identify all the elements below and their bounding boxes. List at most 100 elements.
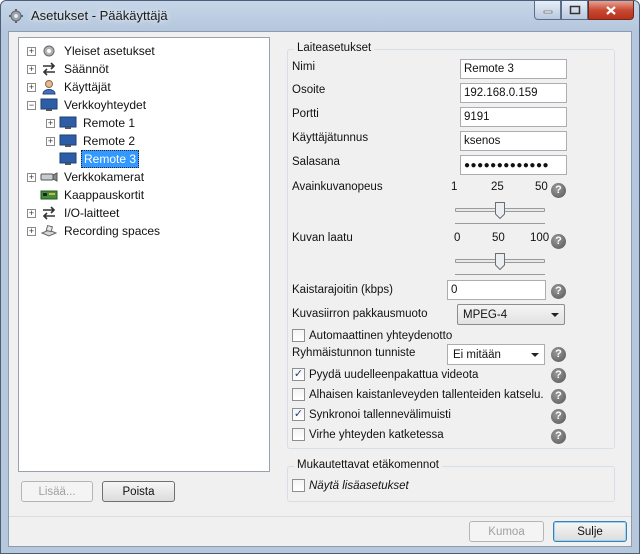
compression-label: Kuvasiirron pakkausmuoto bbox=[292, 308, 428, 320]
tree-item-label: I/O-laitteet bbox=[64, 206, 120, 220]
address-field[interactable]: 192.168.0.159 bbox=[460, 83, 567, 103]
title-bar[interactable]: Asetukset - Pääkäyttäjä bbox=[1, 1, 639, 31]
keyframe-slider-thumb[interactable] bbox=[495, 202, 505, 219]
swap-arrows-icon bbox=[40, 61, 58, 77]
low-bandwidth-help-icon[interactable]: ? bbox=[551, 389, 566, 404]
tree-item-io-devices[interactable]: + I/O-laitteet bbox=[19, 204, 269, 222]
keyframe-tick-max: 50 bbox=[535, 181, 548, 193]
capture-card-icon bbox=[40, 187, 58, 203]
repack-video-checkbox[interactable]: ✓ Pyydä uudelleenpakattua videota bbox=[292, 368, 478, 381]
expand-icon[interactable]: + bbox=[27, 64, 36, 74]
close-button[interactable]: Sulje bbox=[553, 521, 627, 542]
tree-item-recording-spaces[interactable]: + Recording spaces bbox=[19, 222, 269, 240]
bandwidth-help-icon[interactable]: ? bbox=[551, 284, 566, 299]
bandwidth-label: Kaistarajoitin (kbps) bbox=[292, 284, 393, 296]
quality-tick-max: 100 bbox=[530, 232, 550, 244]
undo-button[interactable]: Kumoa bbox=[469, 521, 544, 542]
tree-item-remote-1[interactable]: + Remote 1 bbox=[19, 114, 269, 132]
close-icon bbox=[606, 5, 616, 15]
chevron-down-icon bbox=[551, 313, 559, 317]
sync-cache-help-icon[interactable]: ? bbox=[551, 409, 566, 424]
settings-tree[interactable]: + Yleiset asetukset + Säännöt + Käyttäjä… bbox=[18, 37, 270, 472]
repack-help-icon[interactable]: ? bbox=[551, 368, 566, 383]
minimize-icon bbox=[543, 10, 552, 14]
tree-item-label: Säännöt bbox=[64, 62, 109, 76]
port-label: Portti bbox=[292, 108, 319, 120]
tree-item-remote-2[interactable]: + Remote 2 bbox=[19, 132, 269, 150]
swap-arrows-icon bbox=[40, 205, 58, 221]
keyframe-help-icon[interactable]: ? bbox=[551, 183, 566, 198]
checkbox-box-checked[interactable]: ✓ bbox=[292, 408, 305, 421]
username-label: Käyttäjätunnus bbox=[292, 132, 369, 144]
tree-item-remote-3[interactable]: Remote 3 bbox=[19, 150, 269, 168]
group-session-select[interactable]: Ei mitään bbox=[447, 344, 545, 365]
password-field[interactable]: ●●●●●●●●●●●●● bbox=[460, 155, 567, 175]
settings-window: Asetukset - Pääkäyttäjä + Yleiset asetuk… bbox=[0, 0, 640, 554]
port-field[interactable]: 9191 bbox=[460, 107, 567, 127]
disconnect-error-help-icon[interactable]: ? bbox=[551, 429, 566, 444]
group-session-label: Ryhmäistunnon tunniste bbox=[292, 347, 416, 359]
expand-icon[interactable]: + bbox=[46, 136, 55, 146]
tree-item-label: Käyttäjät bbox=[64, 80, 111, 94]
checkbox-box[interactable] bbox=[292, 479, 305, 492]
maximize-icon bbox=[569, 5, 580, 15]
keyframe-tick-min: 1 bbox=[451, 181, 458, 193]
tree-item-rules[interactable]: + Säännöt bbox=[19, 60, 269, 78]
collapse-icon[interactable]: − bbox=[27, 100, 36, 110]
monitor-icon bbox=[59, 151, 77, 167]
quality-slider-thumb[interactable] bbox=[495, 253, 505, 270]
quality-label: Kuvan laatu bbox=[292, 232, 353, 244]
disconnect-error-checkbox[interactable]: Virhe yhteyden katketessa bbox=[292, 428, 444, 441]
low-bandwidth-label: Alhaisen kaistanleveyden tallenteiden ka… bbox=[309, 388, 544, 401]
checkbox-box-checked[interactable]: ✓ bbox=[292, 368, 305, 381]
storage-icon bbox=[40, 223, 58, 239]
tree-item-label: Recording spaces bbox=[64, 224, 161, 238]
monitor-icon bbox=[40, 97, 58, 113]
bandwidth-field[interactable]: 0 bbox=[447, 280, 546, 300]
expand-icon[interactable]: + bbox=[46, 118, 55, 128]
add-button[interactable]: Lisää... bbox=[21, 481, 93, 502]
quality-tick-min: 0 bbox=[454, 232, 461, 244]
tree-item-label: Kaappauskortit bbox=[64, 188, 145, 202]
password-label: Salasana bbox=[292, 156, 340, 168]
quality-help-icon[interactable]: ? bbox=[551, 234, 566, 249]
checkbox-box[interactable] bbox=[292, 388, 305, 401]
group-session-selected-value: Ei mitään bbox=[453, 348, 501, 361]
close-window-button[interactable] bbox=[588, 1, 634, 20]
auto-connect-label: Automaattinen yhteydenotto bbox=[309, 329, 453, 342]
checkbox-box[interactable] bbox=[292, 329, 305, 342]
auto-connect-checkbox[interactable]: Automaattinen yhteydenotto bbox=[292, 329, 452, 342]
minimize-button[interactable] bbox=[534, 1, 561, 20]
name-field[interactable]: Remote 3 bbox=[460, 59, 567, 79]
tree-item-label: Remote 2 bbox=[83, 134, 136, 148]
quality-ticks-line bbox=[455, 274, 545, 275]
checkbox-box[interactable] bbox=[292, 428, 305, 441]
tree-item-network[interactable]: − Verkkoyhteydet bbox=[19, 96, 269, 114]
settings-panel: Laiteasetukset Nimi Remote 3 Osoite 192.… bbox=[279, 37, 625, 532]
monitor-icon bbox=[59, 115, 77, 131]
remove-button[interactable]: Poista bbox=[102, 481, 175, 502]
tree-item-general[interactable]: + Yleiset asetukset bbox=[19, 42, 269, 60]
dialog-client: + Yleiset asetukset + Säännöt + Käyttäjä… bbox=[8, 31, 632, 547]
compression-selected-value: MPEG-4 bbox=[463, 308, 508, 321]
compression-select[interactable]: MPEG-4 bbox=[457, 304, 565, 325]
expand-icon[interactable]: + bbox=[27, 46, 36, 56]
repack-video-label: Pyydä uudelleenpakattua videota bbox=[309, 368, 479, 381]
show-more-checkbox[interactable]: Näytä lisäasetukset bbox=[292, 479, 409, 492]
expand-icon[interactable]: + bbox=[27, 208, 36, 218]
group-title: Laiteasetukset bbox=[294, 42, 375, 54]
tree-item-cameras[interactable]: + Verkkokamerat bbox=[19, 168, 269, 186]
sync-cache-checkbox[interactable]: ✓ Synkronoi tallennevälimuisti bbox=[292, 408, 451, 421]
tree-item-capture-cards[interactable]: Kaappauskortit bbox=[19, 186, 269, 204]
tree-item-users[interactable]: + Käyttäjät bbox=[19, 78, 269, 96]
maximize-button[interactable] bbox=[561, 1, 588, 20]
expand-icon[interactable]: + bbox=[27, 226, 36, 236]
expand-icon[interactable]: + bbox=[27, 172, 36, 182]
quality-tick-mid: 50 bbox=[492, 232, 505, 244]
disconnect-error-label: Virhe yhteyden katketessa bbox=[309, 428, 444, 441]
group-session-help-icon[interactable]: ? bbox=[551, 347, 566, 362]
username-field[interactable]: ksenos bbox=[460, 131, 567, 151]
expand-icon[interactable]: + bbox=[27, 82, 36, 92]
camera-icon bbox=[40, 169, 58, 185]
low-bandwidth-checkbox[interactable]: Alhaisen kaistanleveyden tallenteiden ka… bbox=[292, 388, 544, 401]
